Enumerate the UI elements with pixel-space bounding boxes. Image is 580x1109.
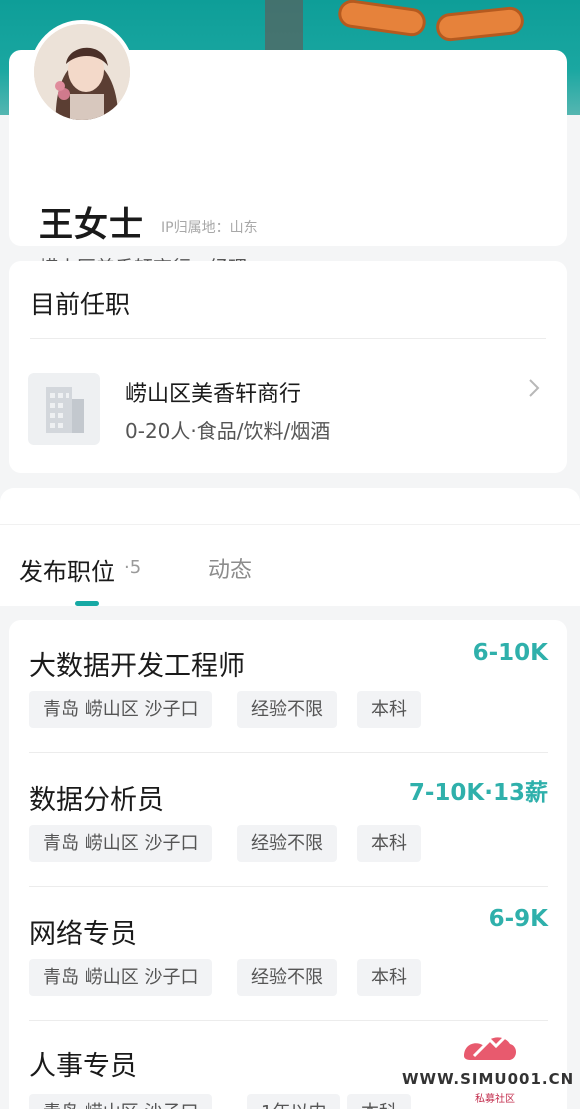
tab-bar: 发布职位 ·5 动态: [0, 488, 580, 606]
job-salary: 6-9K: [488, 906, 548, 932]
section-title: 目前任职: [30, 290, 131, 319]
job-item[interactable]: 大数据开发工程师 6-10K 青岛 崂山区 沙子口 经验不限 本科: [9, 620, 567, 754]
job-tag-experience: 经验不限: [237, 691, 337, 728]
banner-pier: [265, 0, 303, 50]
watermark-sub: 私募社区: [475, 1094, 515, 1105]
divider: [30, 338, 546, 339]
current-job-card: 目前任职 崂山区美香轩商行 0-20人·食品/饮料/烟酒: [9, 261, 567, 473]
watermark-logo-icon: [464, 1028, 516, 1060]
job-item[interactable]: 网络专员 6-9K 青岛 崂山区 沙子口 经验不限 本科: [9, 888, 567, 1022]
job-title: 网络专员: [29, 919, 137, 950]
site-watermark: WWW.SIMU001.CN 私募社区: [400, 1026, 578, 1106]
job-title: 人事专员: [29, 1051, 137, 1082]
company-name[interactable]: 崂山区美香轩商行: [125, 376, 301, 408]
chevron-right-icon[interactable]: [526, 377, 542, 399]
job-tag-location: 青岛 崂山区 沙子口: [29, 825, 213, 862]
ip-location: IP归属地：山东: [161, 220, 258, 236]
tab-posted-count: ·5: [124, 557, 142, 578]
banner-boat: [336, 0, 428, 38]
job-salary: 6-10K: [472, 640, 548, 666]
building-icon: [28, 373, 100, 445]
avatar[interactable]: [30, 20, 134, 124]
job-tag-experience: 经验不限: [237, 959, 337, 996]
job-tag-experience: 1年以内: [247, 1094, 341, 1109]
job-tag-education: 本科: [357, 825, 421, 862]
job-title: 大数据开发工程师: [29, 651, 245, 682]
job-tag-education: 本科: [357, 691, 421, 728]
active-tab-indicator: [75, 601, 99, 606]
tab-activity[interactable]: 动态: [208, 552, 252, 584]
profile-name: 王女士: [39, 205, 144, 245]
tab-posted-jobs[interactable]: 发布职位: [19, 552, 115, 587]
job-salary: 7-10K·13薪: [408, 780, 548, 806]
banner-boat: [434, 5, 526, 43]
job-tag-location: 青岛 崂山区 沙子口: [29, 691, 213, 728]
divider: [29, 886, 548, 887]
job-title: 数据分析员: [29, 785, 164, 816]
job-tag-location: 青岛 崂山区 沙子口: [29, 959, 213, 996]
company-meta: 0-20人·食品/饮料/烟酒: [125, 419, 331, 443]
job-item[interactable]: 数据分析员 7-10K·13薪 青岛 崂山区 沙子口 经验不限 本科: [9, 754, 567, 888]
divider: [29, 1020, 548, 1021]
divider: [0, 524, 580, 525]
job-tag-experience: 经验不限: [237, 825, 337, 862]
watermark-site: WWW.SIMU001.CN: [402, 1070, 575, 1088]
job-tag-location: 青岛 崂山区 沙子口: [29, 1094, 213, 1109]
divider: [29, 752, 548, 753]
job-tag-education: 本科: [357, 959, 421, 996]
